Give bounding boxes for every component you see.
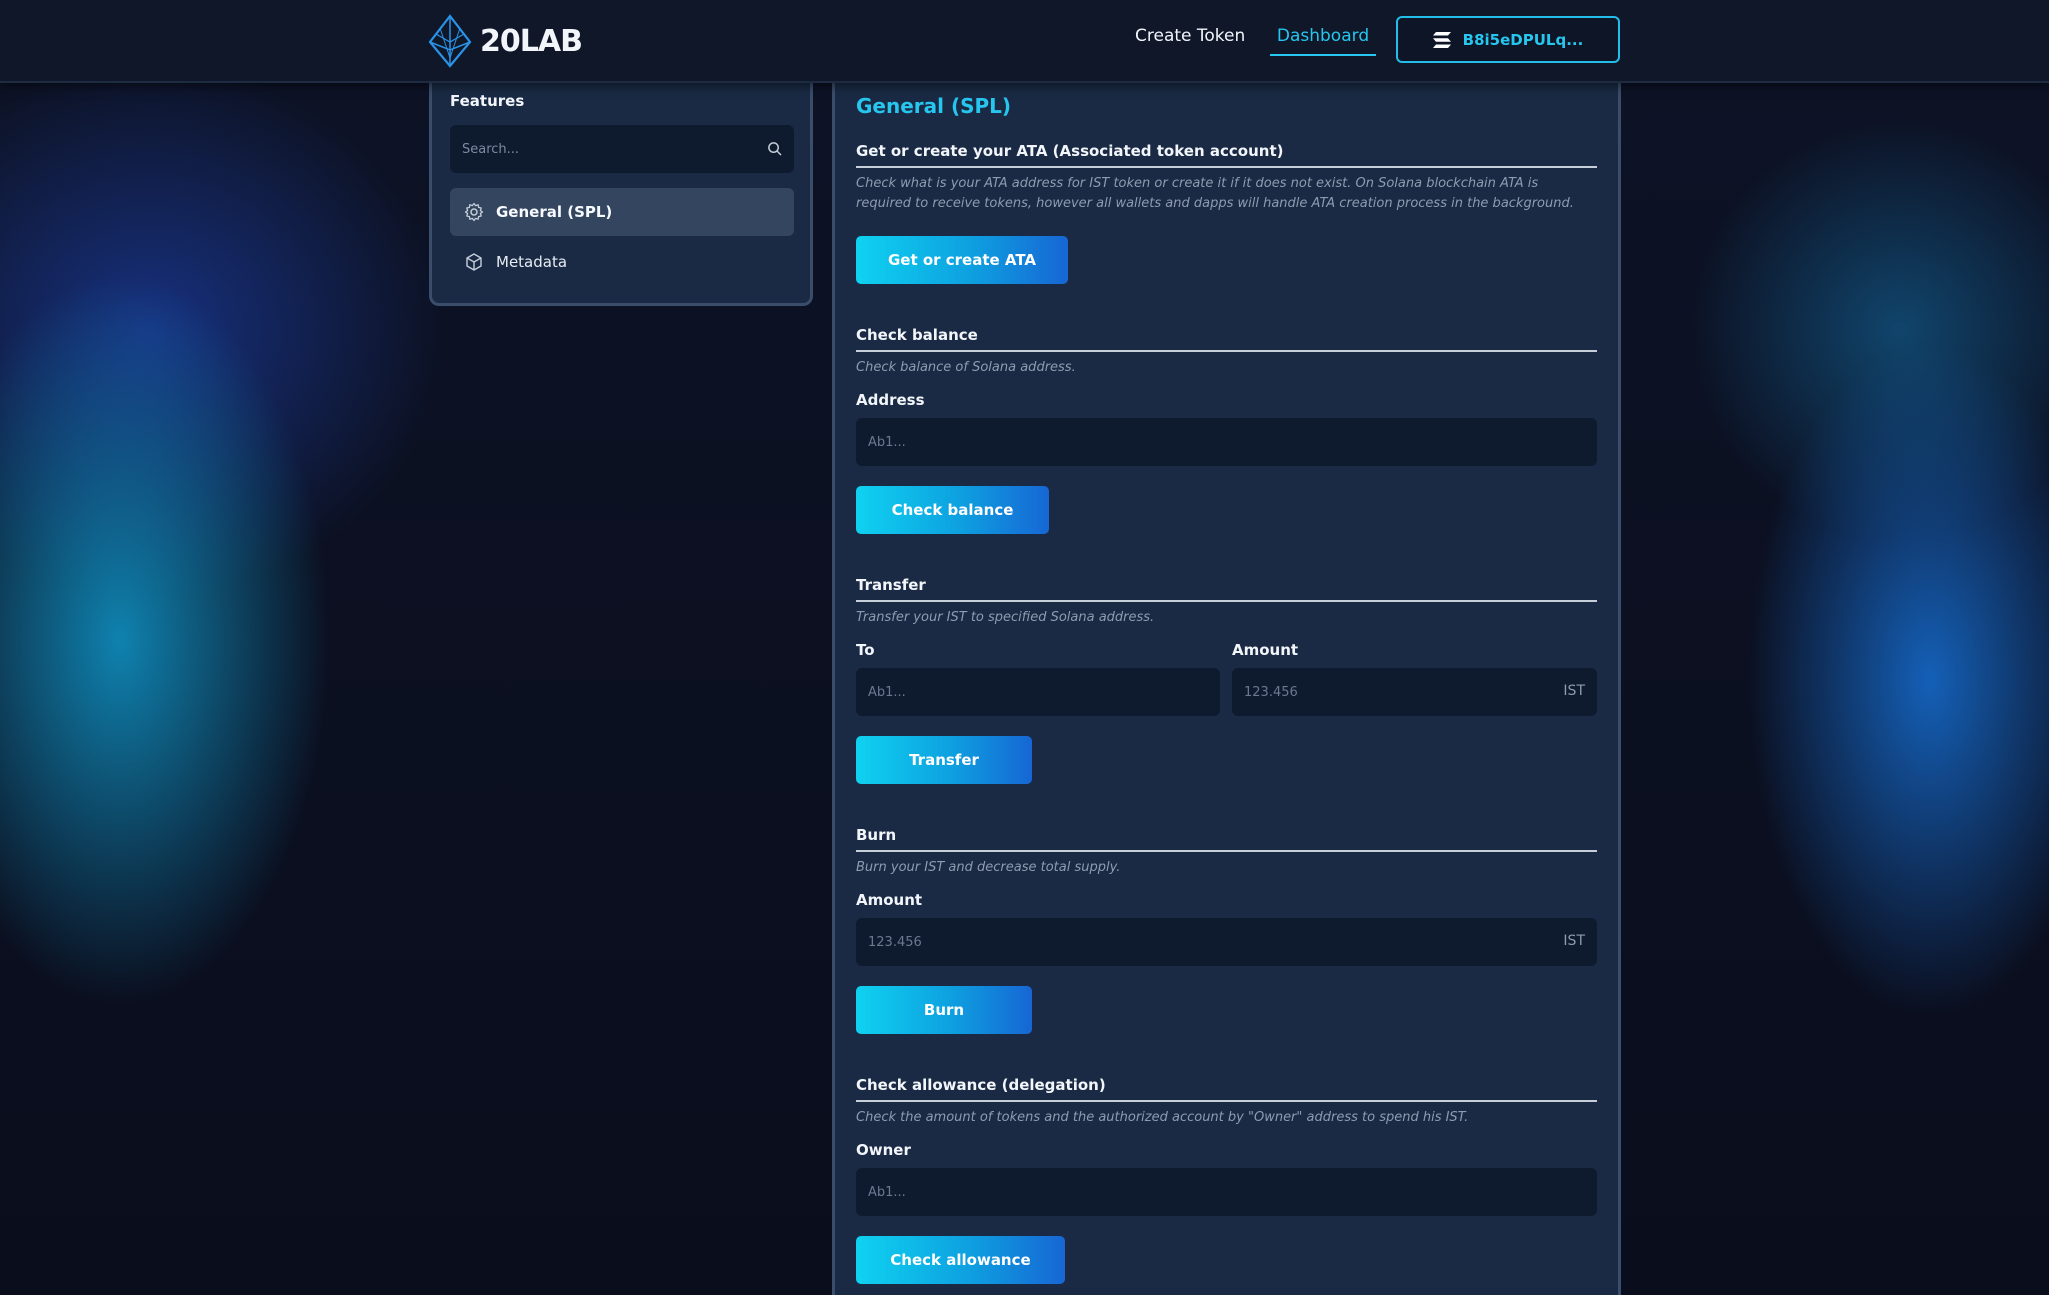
nav-dashboard[interactable]: Dashboard xyxy=(1270,26,1376,56)
search-box xyxy=(450,125,794,173)
burn-button[interactable]: Burn xyxy=(856,986,1032,1034)
token-unit: IST xyxy=(1563,933,1585,949)
get-or-create-ata-button[interactable]: Get or create ATA xyxy=(856,236,1068,284)
logo[interactable]: 20LAB xyxy=(428,14,583,68)
section-title: Check allowance (delegation) xyxy=(856,1076,1597,1102)
check-balance-button[interactable]: Check balance xyxy=(856,486,1049,534)
search-input[interactable] xyxy=(450,125,750,173)
address-field xyxy=(856,418,1597,466)
burn-amount-label: Amount xyxy=(856,891,923,909)
sidebar-item-label: Metadata xyxy=(496,253,568,271)
section-description: Check what is your ATA address for IST t… xyxy=(856,176,1574,211)
to-input[interactable] xyxy=(856,668,1220,716)
diamond-logo-icon xyxy=(428,14,472,68)
owner-label: Owner xyxy=(856,1141,911,1159)
to-field xyxy=(856,668,1220,716)
address-input[interactable] xyxy=(856,418,1597,466)
amount-label: Amount xyxy=(1232,641,1299,659)
sidebar-item-metadata[interactable]: Metadata xyxy=(450,238,794,286)
logo-text: 20LAB xyxy=(480,23,583,59)
cube-icon xyxy=(466,253,482,271)
section-check-balance: Check balance Check balance of Solana ad… xyxy=(856,326,1597,378)
sidebar-item-label: General (SPL) xyxy=(496,203,613,221)
section-title: Check balance xyxy=(856,326,1597,352)
wallet-button[interactable]: B8i5eDPULq... xyxy=(1396,16,1620,63)
token-unit: IST xyxy=(1563,683,1585,699)
main-panel: General (SPL) Get or create your ATA (As… xyxy=(832,80,1621,1295)
section-ata: Get or create your ATA (Associated token… xyxy=(856,142,1597,214)
burn-amount-input[interactable] xyxy=(856,918,1597,966)
gear-icon xyxy=(464,202,484,222)
transfer-button[interactable]: Transfer xyxy=(856,736,1032,784)
section-description: Transfer your IST to specified Solana ad… xyxy=(856,610,1155,625)
nav-create-token[interactable]: Create Token xyxy=(1135,26,1245,46)
address-label: Address xyxy=(856,391,925,409)
section-transfer: Transfer Transfer your IST to specified … xyxy=(856,576,1597,628)
solana-icon xyxy=(1432,31,1451,48)
search-icon[interactable] xyxy=(767,141,782,156)
top-navbar: 20LAB Create Token Dashboard B8i5eDPULq.… xyxy=(0,0,2049,83)
features-sidebar: Features General (SPL) Metadata xyxy=(429,80,813,306)
section-title: Transfer xyxy=(856,576,1597,602)
section-description: Check the amount of tokens and the autho… xyxy=(856,1110,1469,1125)
section-burn: Burn Burn your IST and decrease total su… xyxy=(856,826,1597,878)
sidebar-item-general-spl[interactable]: General (SPL) xyxy=(450,188,794,236)
to-label: To xyxy=(856,641,875,659)
transfer-amount-input[interactable] xyxy=(1232,668,1597,716)
section-title: Get or create your ATA (Associated token… xyxy=(856,142,1597,168)
transfer-amount-field: IST xyxy=(1232,668,1597,716)
section-description: Check balance of Solana address. xyxy=(856,360,1076,375)
sidebar-title: Features xyxy=(450,92,525,110)
owner-field xyxy=(856,1168,1597,1216)
page-title: General (SPL) xyxy=(856,94,1012,118)
check-allowance-button[interactable]: Check allowance xyxy=(856,1236,1065,1284)
section-check-allowance: Check allowance (delegation) Check the a… xyxy=(856,1076,1597,1128)
owner-input[interactable] xyxy=(856,1168,1597,1216)
section-description: Burn your IST and decrease total supply. xyxy=(856,860,1121,875)
wallet-address: B8i5eDPULq... xyxy=(1462,30,1584,49)
section-title: Burn xyxy=(856,826,1597,852)
burn-amount-field: IST xyxy=(856,918,1597,966)
